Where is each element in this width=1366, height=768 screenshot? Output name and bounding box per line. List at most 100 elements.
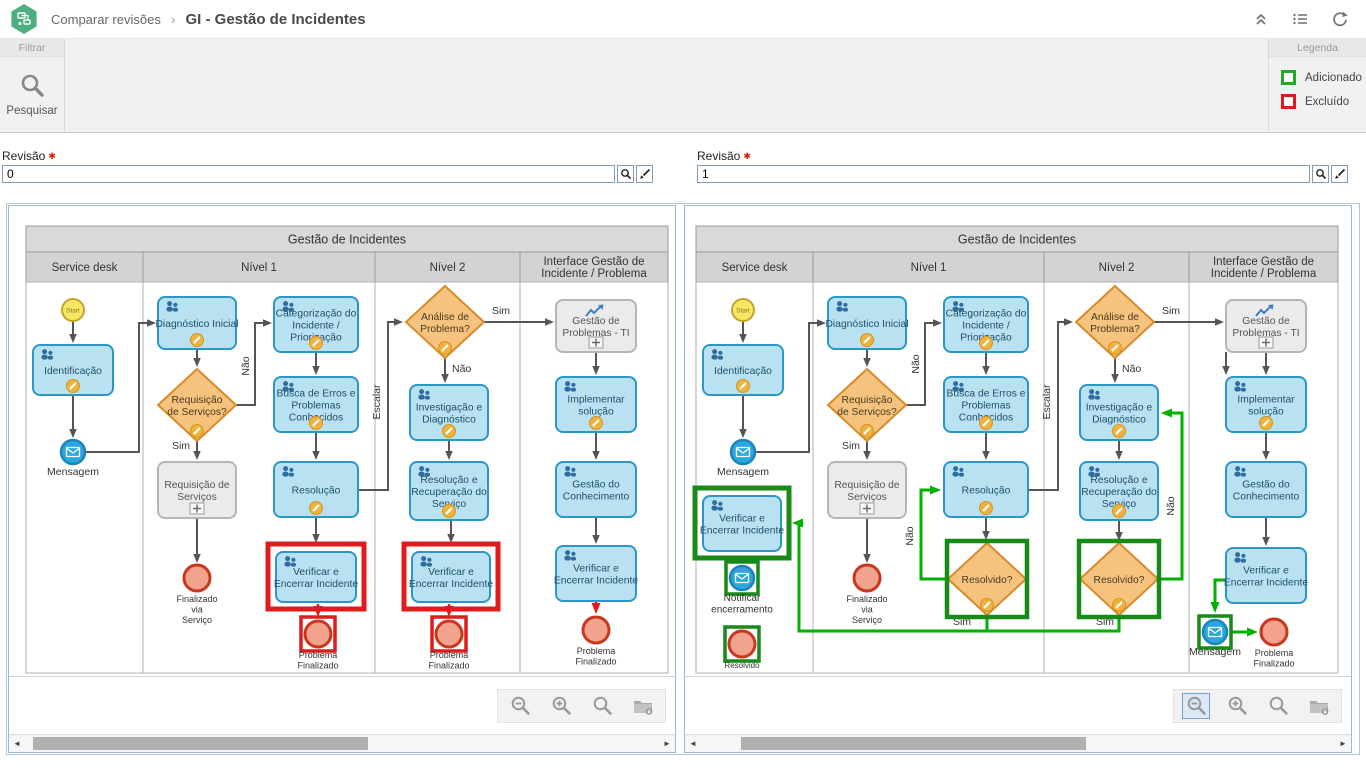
node-busca-erros[interactable]: Busca de Erros eProblemasConhecidos [274, 377, 358, 432]
svg-text:Não: Não [910, 354, 922, 373]
svg-text:Gestão do: Gestão do [572, 480, 620, 491]
svg-text:Identificação: Identificação [44, 366, 102, 377]
node-resolucao[interactable]: Resolução [944, 462, 1028, 517]
svg-text:Incidente / Problema: Incidente / Problema [541, 268, 647, 280]
svg-text:Finalizado: Finalizado [176, 594, 217, 604]
clear-button[interactable] [636, 165, 653, 183]
svg-text:Investigação e: Investigação e [1086, 403, 1153, 414]
zoom-out-button[interactable] [1182, 693, 1210, 719]
legend-item-label: Excluído [1305, 96, 1349, 108]
export-folder-button[interactable] [1305, 693, 1333, 719]
scroll-left-arrow[interactable]: ◄ [9, 739, 25, 748]
svg-text:Verificar e: Verificar e [428, 567, 474, 578]
legend-body: Adicionado Excluído [1269, 57, 1366, 109]
node-implementar-solucao[interactable]: Implementarsolução [556, 377, 636, 432]
refresh-icon[interactable] [1328, 8, 1350, 30]
svg-text:Mensagem: Mensagem [1189, 646, 1241, 658]
node-verificar-interface[interactable]: Verificar eEncerrar Incidente [554, 546, 638, 601]
search-icon [19, 72, 46, 102]
horizontal-scrollbar: ◄ ► [9, 734, 675, 752]
export-folder-button[interactable] [629, 693, 657, 719]
node-gestao-conhecimento[interactable]: Gestão doConhecimento [556, 462, 636, 517]
breadcrumb[interactable]: Comparar revisões [51, 12, 161, 27]
node-requisicao-servicos[interactable]: Requisição deServiços [828, 462, 906, 518]
node-investigacao[interactable]: Investigação eDiagnóstico [410, 385, 488, 440]
node-gestao-conhecimento[interactable]: Gestão doConhecimento [1226, 462, 1306, 517]
legend-item-added: Adicionado [1281, 70, 1366, 85]
scroll-track[interactable] [25, 737, 659, 750]
svg-text:Finalizado: Finalizado [846, 594, 887, 604]
svg-text:Verificar e: Verificar e [573, 564, 619, 575]
clear-button[interactable] [1331, 165, 1348, 183]
lookup-button[interactable] [1312, 165, 1329, 183]
zoom-search-button[interactable] [1264, 693, 1292, 719]
node-identificacao[interactable]: Identificação [703, 345, 783, 395]
node-implementar-solucao[interactable]: Implementarsolução [1226, 377, 1306, 432]
svg-text:via: via [861, 605, 873, 615]
svg-text:Escalar: Escalar [371, 384, 383, 420]
lookup-button[interactable] [617, 165, 634, 183]
scroll-thumb[interactable] [33, 737, 368, 750]
svg-text:solução: solução [578, 407, 614, 418]
scroll-thumb[interactable] [741, 737, 1086, 750]
node-resolucao-recuperacao[interactable]: Resolução eRecuperação doServiço [1080, 462, 1158, 520]
node-resolucao-recuperacao[interactable]: Resolução eRecuperação doServiço [410, 462, 488, 520]
svg-text:Problema?: Problema? [420, 324, 470, 335]
node-resolucao[interactable]: Resolução [274, 462, 358, 517]
page-title: GI - Gestão de Incidentes [186, 11, 366, 28]
node-gestao-problemas-ti[interactable]: Gestão deProblemas - TI [1226, 300, 1306, 352]
node-categorizacao[interactable]: Categorização doIncidente /Priorização [274, 297, 358, 352]
app-window: Comparar revisões › GI - Gestão de Incid… [0, 0, 1366, 768]
zoom-in-button[interactable] [1223, 693, 1251, 719]
svg-text:Finalizado: Finalizado [1253, 659, 1294, 669]
collapse-up-icon[interactable] [1250, 8, 1272, 30]
svg-text:Gestão do: Gestão do [1242, 480, 1290, 491]
node-identificacao[interactable]: Identificação [33, 345, 113, 395]
node-start[interactable]: Start [732, 299, 754, 321]
node-gestao-problemas-ti[interactable]: Gestão deProblemas - TI [556, 300, 636, 352]
svg-text:Identificação: Identificação [714, 366, 772, 377]
svg-text:Gestão de Incidentes: Gestão de Incidentes [958, 233, 1076, 247]
revision-input[interactable] [697, 165, 1310, 183]
diagram-panel-left: Gestão de IncidentesService deskNível 1N… [8, 205, 676, 753]
toolbar-spacer [65, 39, 1268, 132]
node-verificar-interface[interactable]: Verificar eEncerrar Incidente [1224, 548, 1308, 603]
node-verificar-servicedesk[interactable]: Verificar eEncerrar Incidente [695, 488, 789, 558]
scroll-left-arrow[interactable]: ◄ [685, 739, 701, 748]
scroll-track[interactable] [701, 737, 1335, 750]
node-requisicao-servicos[interactable]: Requisição deServiços [158, 462, 236, 518]
node-investigacao[interactable]: Investigação eDiagnóstico [1080, 385, 1158, 440]
svg-text:Nível 1: Nível 1 [911, 262, 947, 274]
revision-row: Revisão ✱ Revisão ✱ [0, 133, 1366, 183]
diagram-viewport[interactable]: Gestão de IncidentesService deskNível 1N… [685, 206, 1351, 677]
comparison-container: Gestão de IncidentesService deskNível 1N… [6, 203, 1360, 755]
node-categorizacao[interactable]: Categorização doIncidente /Priorização [944, 297, 1028, 352]
scroll-right-arrow[interactable]: ► [659, 739, 675, 748]
list-icon[interactable] [1289, 8, 1311, 30]
revision-input[interactable] [2, 165, 615, 183]
node-verificar-n2[interactable]: Verificar eEncerrar Incidente [404, 544, 498, 609]
zoom-in-button[interactable] [547, 693, 575, 719]
scroll-right-arrow[interactable]: ► [1335, 739, 1351, 748]
svg-text:Conhecimento: Conhecimento [1233, 492, 1300, 503]
node-busca-erros[interactable]: Busca de Erros eProblemasConhecidos [944, 377, 1028, 432]
search-button[interactable]: Pesquisar [0, 57, 64, 132]
revision-label-text: Revisão [2, 149, 45, 163]
svg-text:Escalar: Escalar [1041, 384, 1053, 420]
svg-text:Notificar: Notificar [724, 593, 761, 604]
zoom-out-button[interactable] [506, 693, 534, 719]
node-start[interactable]: Start [62, 299, 84, 321]
node-diagnostico-inicial[interactable]: Diagnóstico Inicial [826, 297, 909, 349]
diagram-viewport[interactable]: Gestão de IncidentesService deskNível 1N… [9, 206, 675, 677]
search-button-label: Pesquisar [6, 105, 57, 117]
svg-text:Problema: Problema [577, 646, 616, 656]
node-diagnostico-inicial[interactable]: Diagnóstico Inicial [156, 297, 239, 349]
added-color-swatch [1281, 70, 1296, 85]
svg-text:Diagnóstico Inicial: Diagnóstico Inicial [156, 319, 239, 330]
node-verificar-n1[interactable]: Verificar eEncerrar Incidente [268, 544, 364, 609]
svg-text:Encerrar Incidente: Encerrar Incidente [1224, 578, 1308, 589]
svg-text:Categorização do: Categorização do [946, 309, 1027, 320]
zoom-search-button[interactable] [588, 693, 616, 719]
svg-text:Busca de Erros e: Busca de Erros e [947, 389, 1026, 400]
svg-text:Verificar e: Verificar e [293, 567, 339, 578]
